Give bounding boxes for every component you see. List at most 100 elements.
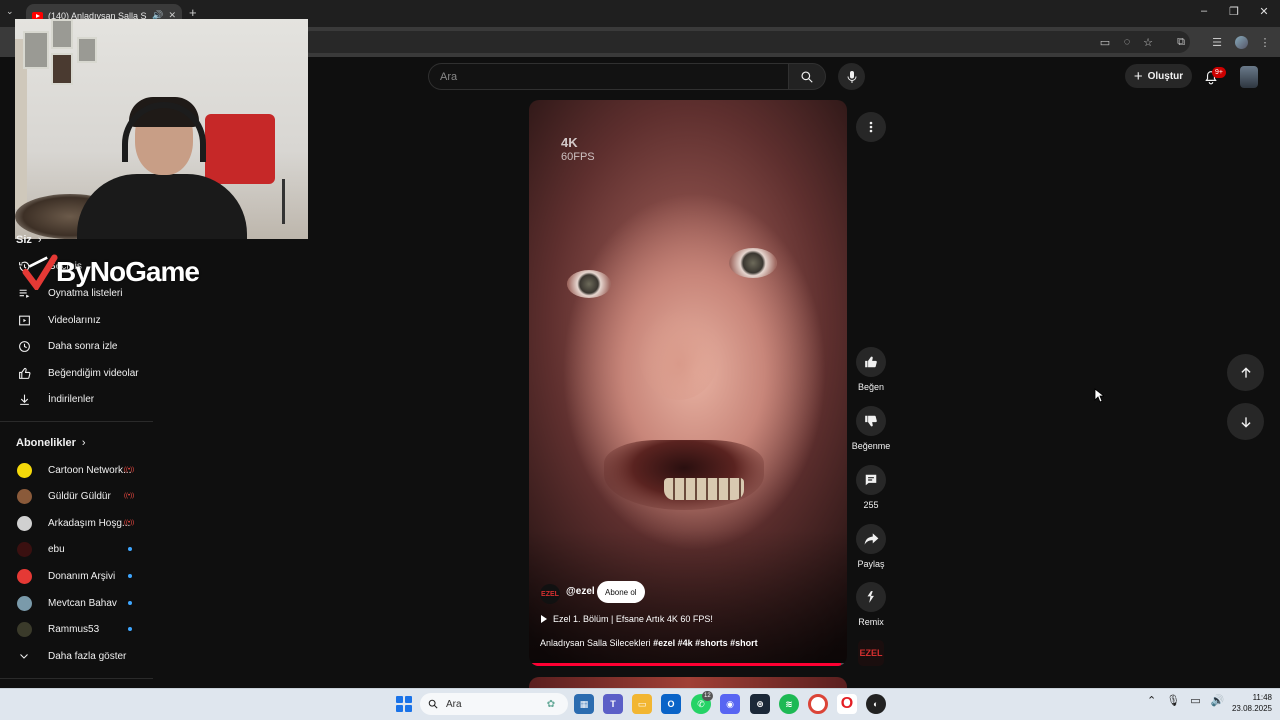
eye-off-icon[interactable]: ◌ xyxy=(1118,33,1136,51)
video-quality-overlay: 4K xyxy=(561,135,578,150)
playlist-link[interactable]: Ezel 1. Bölüm | Efsane Artık 4K 60 FPS! xyxy=(541,614,713,624)
sidebar-item-label: İndirilenler xyxy=(48,393,95,405)
webcam-poster xyxy=(23,31,49,69)
display-icon[interactable]: ▭ xyxy=(1190,694,1200,707)
taskbar-app-icon[interactable]: ▦ xyxy=(574,694,594,714)
cast-icon[interactable]: ▭ xyxy=(1096,33,1114,51)
plus-icon: + xyxy=(1133,67,1143,85)
sidebar-section-you-label: Siz xyxy=(16,234,32,246)
channel-avatar xyxy=(17,541,32,557)
minimize-icon[interactable]: – xyxy=(1194,5,1214,17)
video-progress-bar[interactable] xyxy=(529,663,847,666)
outlook-icon[interactable]: O xyxy=(661,694,681,714)
whatsapp-badge: 12 xyxy=(702,691,713,701)
channel-avatar[interactable]: EZEL xyxy=(540,584,560,604)
notification-badge: 9+ xyxy=(1212,67,1226,78)
sidebar-item-liked-videos[interactable]: Beğendiğim videolar xyxy=(0,360,155,386)
search-highlight-icon[interactable]: ✿ xyxy=(538,694,564,714)
sidebar-subscription[interactable]: Mevtcan Bahav xyxy=(0,590,155,616)
remix-label: Remix xyxy=(858,617,884,627)
file-explorer-icon[interactable]: ▭ xyxy=(632,694,652,714)
channel-avatar xyxy=(17,595,32,611)
sidebar-item-downloads[interactable]: İndirilenler xyxy=(0,386,155,412)
steam-icon[interactable]: ⊛ xyxy=(750,694,770,714)
video-face-eye-right xyxy=(729,248,777,278)
sidebar-subscription[interactable]: Güldür Güldür ((•)) xyxy=(0,483,155,509)
video-hashtags[interactable]: #ezel #4k #shorts #short xyxy=(653,638,758,648)
sidebar-divider xyxy=(0,421,153,422)
close-window-icon[interactable]: ✕ xyxy=(1254,5,1274,18)
taskbar-app-icon[interactable]: ◐ xyxy=(866,694,886,714)
webcam-poster xyxy=(51,53,73,85)
new-content-dot xyxy=(128,574,132,578)
sidebar-section-subscriptions-label: Abonelikler xyxy=(16,437,76,449)
clock-date: 23.08.2025 xyxy=(1231,704,1272,713)
new-tab-button[interactable]: + xyxy=(189,5,197,20)
share-button[interactable] xyxy=(856,524,886,554)
sidebar-subscription[interactable]: Donanım Arşivi xyxy=(0,563,155,589)
webcam-chair xyxy=(205,114,275,184)
previous-short-button[interactable] xyxy=(1227,354,1264,391)
teams-icon[interactable]: T xyxy=(603,694,623,714)
dislike-label: Beğenme xyxy=(851,441,891,451)
more-options-button[interactable] xyxy=(856,112,886,142)
channel-avatar xyxy=(17,462,32,478)
extensions-icon[interactable]: ⧉ xyxy=(1172,33,1190,51)
bynogame-wordmark: ByNoGame xyxy=(56,256,200,287)
video-face-teeth xyxy=(664,478,744,500)
channel-name: Donanım Arşivi xyxy=(48,570,116,582)
subscribe-button[interactable]: Abone ol xyxy=(597,581,645,603)
channel-name: Güldür Güldür xyxy=(48,490,111,502)
shorts-video-player[interactable]: 4K 60FPS EZEL @ezel Abone ol Ezel 1. Böl… xyxy=(529,100,847,666)
reading-list-icon[interactable]: ☰ xyxy=(1208,33,1226,51)
channel-avatar xyxy=(17,515,32,531)
discord-icon[interactable]: ◉ xyxy=(720,694,740,714)
browser-menu-icon[interactable]: ⋮ xyxy=(1256,33,1274,51)
voice-search-button[interactable] xyxy=(838,63,865,90)
sidebar-item-your-videos[interactable]: Videolarınız xyxy=(0,307,155,333)
chevron-right-icon: › xyxy=(81,437,86,449)
channel-handle[interactable]: @ezel xyxy=(566,586,595,597)
search-button[interactable] xyxy=(788,63,826,90)
tray-overflow-icon[interactable]: ⌃ xyxy=(1147,694,1156,707)
bookmark-star-icon[interactable]: ☆ xyxy=(1139,33,1157,51)
sidebar-section-subscriptions[interactable]: Abonelikler › xyxy=(16,437,86,449)
microphone-icon[interactable]: 🎙 xyxy=(1166,694,1180,707)
sidebar-subscription[interactable]: Cartoon Network... ((•)) xyxy=(0,457,155,483)
arrow-down-icon xyxy=(1240,416,1251,428)
opera-icon[interactable]: O xyxy=(837,694,857,714)
account-avatar[interactable] xyxy=(1240,66,1258,88)
comments-button[interactable] xyxy=(856,465,886,495)
taskbar-clock[interactable]: 11:48 23.08.2025 xyxy=(1222,692,1272,714)
channel-name: ebu xyxy=(48,543,65,555)
windows-start-button[interactable] xyxy=(396,696,412,712)
mouse-cursor-icon xyxy=(1094,388,1104,403)
sidebar-item-watch-later[interactable]: Daha sonra izle xyxy=(0,333,155,359)
sidebar-subscription[interactable]: Rammus53 xyxy=(0,616,155,642)
dislike-button[interactable] xyxy=(856,406,886,436)
address-bar[interactable] xyxy=(300,31,1190,53)
chevron-down-icon xyxy=(17,649,31,663)
next-short-button[interactable] xyxy=(1227,403,1264,440)
show-more-label: Daha fazla göster xyxy=(48,650,127,662)
profile-icon[interactable] xyxy=(1232,33,1250,51)
sidebar-show-more[interactable]: Daha fazla göster xyxy=(0,643,155,669)
spotify-icon[interactable]: ≋ xyxy=(779,694,799,714)
search-icon xyxy=(801,70,813,83)
search-input[interactable]: Ara xyxy=(428,63,788,90)
tab-search-icon[interactable]: ⌄ xyxy=(6,6,14,17)
restore-icon[interactable]: ❐ xyxy=(1224,5,1244,18)
comment-icon xyxy=(865,474,877,486)
chrome-icon[interactable] xyxy=(808,694,828,714)
sound-source-thumbnail[interactable]: EZEL xyxy=(858,640,884,666)
sidebar-subscription[interactable]: ebu xyxy=(0,536,155,562)
create-button[interactable]: + Oluştur xyxy=(1125,64,1192,88)
your-videos-icon xyxy=(17,313,31,327)
like-button[interactable] xyxy=(856,347,886,377)
live-indicator-icon: ((•)) xyxy=(124,467,135,473)
bynogame-logo-icon xyxy=(22,254,58,290)
sidebar-section-you[interactable]: Siz › xyxy=(16,234,42,246)
new-content-dot xyxy=(128,601,132,605)
sidebar-subscription[interactable]: Arkadaşım Hoşg... ((•)) xyxy=(0,510,155,536)
remix-button[interactable] xyxy=(856,582,886,612)
